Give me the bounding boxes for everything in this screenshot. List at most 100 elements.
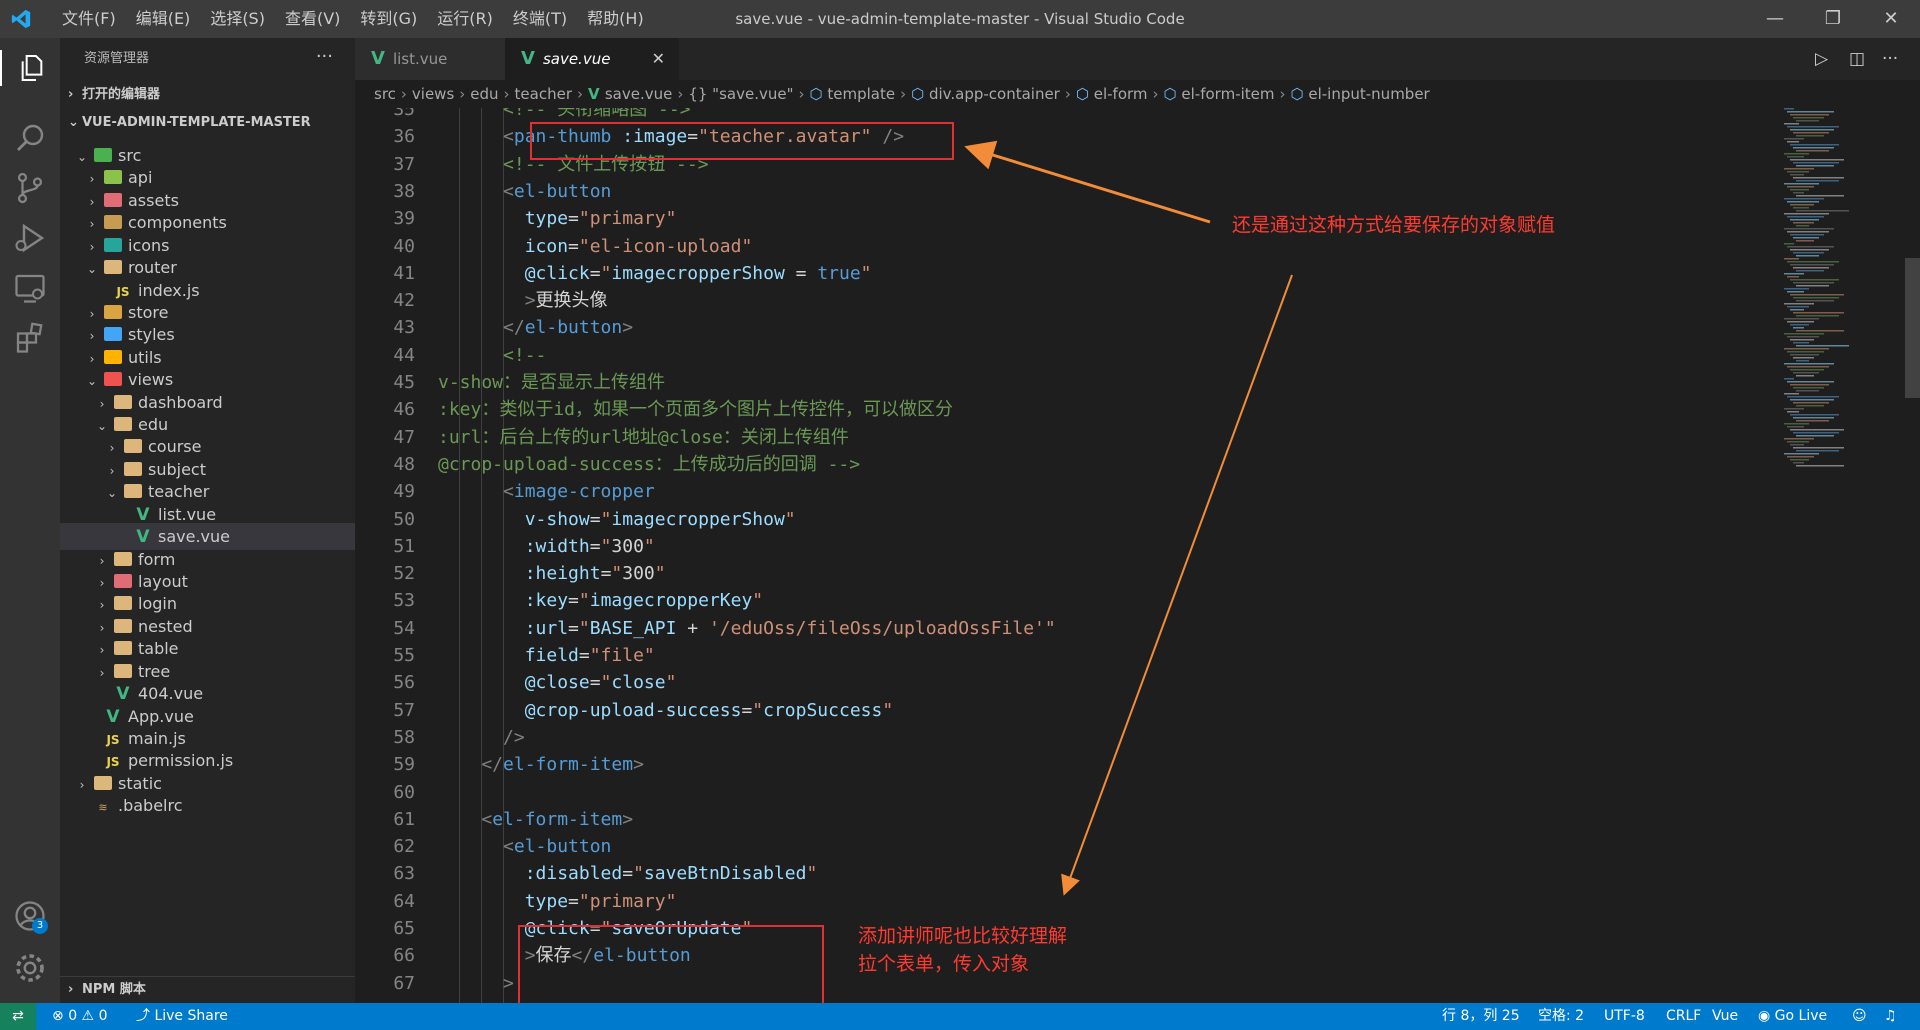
element-icon: ⬡ bbox=[809, 85, 828, 103]
menu-item-7[interactable]: 帮助(H) bbox=[577, 0, 654, 38]
code-text: @crop-upload-success：上传成功后的回调 --> bbox=[438, 451, 860, 479]
minimap-line bbox=[1790, 339, 1814, 341]
cursor-position[interactable]: 行 8，列 25 bbox=[1442, 1003, 1520, 1030]
menu-item-4[interactable]: 转到(G) bbox=[350, 0, 427, 38]
project-section[interactable]: ⌄ VUE-ADMIN-TEMPLATE-MASTER bbox=[60, 110, 355, 136]
search-icon[interactable] bbox=[12, 120, 48, 156]
tree-item[interactable]: ≋ .babelrc bbox=[60, 792, 355, 819]
breadcrumb-item[interactable]: src bbox=[374, 85, 396, 103]
minimap-line bbox=[1784, 423, 1809, 425]
minimap-line bbox=[1787, 456, 1814, 458]
minimap-line bbox=[1790, 189, 1809, 191]
feedback-icon[interactable]: ☺ bbox=[1852, 1003, 1867, 1030]
code-token: > bbox=[438, 290, 536, 312]
code-token: " bbox=[1044, 617, 1056, 639]
minimap-line bbox=[1787, 111, 1834, 113]
language-mode[interactable]: Vue bbox=[1712, 1003, 1738, 1030]
minimap-line bbox=[1796, 120, 1819, 122]
menu-item-2[interactable]: 选择(S) bbox=[200, 0, 275, 38]
breadcrumb-item[interactable]: views bbox=[412, 85, 454, 103]
code-text: </el-form-item> bbox=[438, 751, 644, 779]
menu-item-1[interactable]: 编辑(E) bbox=[126, 0, 201, 38]
extensions-icon[interactable] bbox=[12, 320, 48, 356]
open-editors-section[interactable]: › 打开的编辑器 bbox=[60, 82, 355, 108]
tree-item-label: list.vue bbox=[158, 504, 217, 524]
line-number: 35 bbox=[393, 108, 415, 120]
code-token: " bbox=[643, 535, 655, 557]
scrollbar-thumb[interactable] bbox=[1905, 258, 1920, 398]
code-editor[interactable]: 35 <!-- 头衔缩略图 --> 36 <pan-thumb :image="t… bbox=[355, 108, 1920, 1003]
code-text: /> bbox=[438, 724, 525, 752]
breadcrumb-item[interactable]: el-form bbox=[1094, 85, 1148, 103]
code-token: close bbox=[611, 672, 666, 694]
element-icon: ⬡ bbox=[1290, 85, 1309, 103]
breadcrumb-item[interactable]: teacher bbox=[515, 85, 572, 103]
breadcrumb-item[interactable]: el-input-number bbox=[1308, 85, 1429, 103]
restore-button[interactable]: ❐ bbox=[1804, 0, 1862, 38]
more-actions-icon[interactable]: ··· bbox=[316, 38, 333, 76]
breadcrumb-item[interactable]: div.app-container bbox=[929, 85, 1060, 103]
run-debug-icon[interactable] bbox=[12, 220, 48, 256]
editor-tabs: Vlist.vue Vsave.vue ✕ ▷ ◫ ··· bbox=[355, 38, 1920, 80]
go-live-button[interactable]: ◉ Go Live bbox=[1758, 1003, 1827, 1030]
breadcrumb-item[interactable]: save.vue bbox=[605, 85, 673, 103]
close-tab-icon[interactable]: ✕ bbox=[652, 38, 665, 80]
breadcrumb-item[interactable]: el-form-item bbox=[1181, 85, 1274, 103]
minimap-line bbox=[1796, 270, 1824, 272]
code-text: @close="close" bbox=[438, 669, 677, 697]
code-token: el-form-item bbox=[503, 754, 634, 776]
indentation[interactable]: 空格: 2 bbox=[1538, 1003, 1584, 1030]
tab-save-vue[interactable]: Vsave.vue ✕ bbox=[505, 38, 679, 80]
code-token: field bbox=[438, 645, 579, 666]
settings-gear-icon[interactable] bbox=[12, 950, 48, 986]
code-token: icon bbox=[438, 235, 569, 257]
explorer-icon[interactable] bbox=[0, 50, 62, 86]
close-window-button[interactable]: ✕ bbox=[1862, 0, 1920, 38]
accounts-icon[interactable]: 3 bbox=[12, 898, 48, 934]
run-icon[interactable]: ▷ bbox=[1815, 38, 1828, 80]
remote-explorer-icon[interactable] bbox=[12, 270, 48, 306]
code-token: v-show bbox=[438, 508, 590, 530]
notifications-icon[interactable]: ♫ bbox=[1884, 1003, 1897, 1030]
code-token: saveBtnDisabled bbox=[643, 863, 807, 885]
editor-scrollbar[interactable] bbox=[1905, 108, 1920, 1003]
menu-item-0[interactable]: 文件(F) bbox=[52, 0, 126, 38]
breadcrumb-item[interactable]: {} "save.vue" bbox=[688, 85, 793, 103]
more-editor-actions-icon[interactable]: ··· bbox=[1882, 38, 1898, 80]
source-control-icon[interactable] bbox=[12, 170, 48, 206]
code-token: = bbox=[568, 590, 579, 612]
tab-list-vue[interactable]: Vlist.vue bbox=[355, 38, 521, 80]
encoding[interactable]: UTF-8 bbox=[1604, 1003, 1645, 1030]
minimap-line bbox=[1793, 162, 1839, 164]
menu-item-6[interactable]: 终端(T) bbox=[503, 0, 577, 38]
folder-icon bbox=[114, 417, 132, 432]
chevron-right-icon: › bbox=[1279, 85, 1286, 103]
minimap-line bbox=[1790, 114, 1829, 116]
line-ending[interactable]: CRLF bbox=[1666, 1003, 1701, 1030]
minimap-line bbox=[1796, 210, 1849, 212]
code-token: @click bbox=[438, 262, 590, 284]
minimap-line bbox=[1784, 183, 1819, 185]
explorer-sidebar: 资源管理器 ··· › 打开的编辑器 ⌄ VUE-ADMIN-TEMPLATE-MA… bbox=[60, 38, 355, 1003]
tree-item-label: styles bbox=[128, 325, 175, 345]
live-share-button[interactable]: ⤴ Live Share bbox=[136, 1003, 228, 1030]
remote-indicator-icon[interactable]: ⇄ bbox=[0, 1003, 36, 1030]
code-text: field="file" bbox=[438, 642, 655, 670]
tree-item-label: src bbox=[118, 146, 142, 165]
code-token: = bbox=[600, 563, 612, 585]
npm-scripts-section[interactable]: › NPM 脚本 bbox=[60, 976, 355, 1003]
split-editor-icon[interactable]: ◫ bbox=[1849, 38, 1865, 80]
problems-indicator[interactable]: ⊗ 0 ⚠ 0 bbox=[52, 1003, 107, 1030]
menu-item-5[interactable]: 运行(R) bbox=[427, 0, 503, 38]
breadcrumb-item[interactable]: template bbox=[827, 85, 895, 103]
menu-item-3[interactable]: 查看(V) bbox=[275, 0, 350, 38]
minimap-line bbox=[1787, 231, 1829, 233]
minimize-button[interactable]: — bbox=[1746, 0, 1804, 38]
minimap[interactable] bbox=[1780, 108, 1900, 468]
tree-item-label: tree bbox=[138, 661, 171, 681]
vscode-logo-icon bbox=[11, 9, 31, 29]
breadcrumb-item[interactable]: edu bbox=[470, 85, 498, 103]
element-icon: ⬡ bbox=[1075, 85, 1094, 103]
minimap-line bbox=[1784, 438, 1814, 440]
tree-item-label: assets bbox=[128, 190, 179, 210]
